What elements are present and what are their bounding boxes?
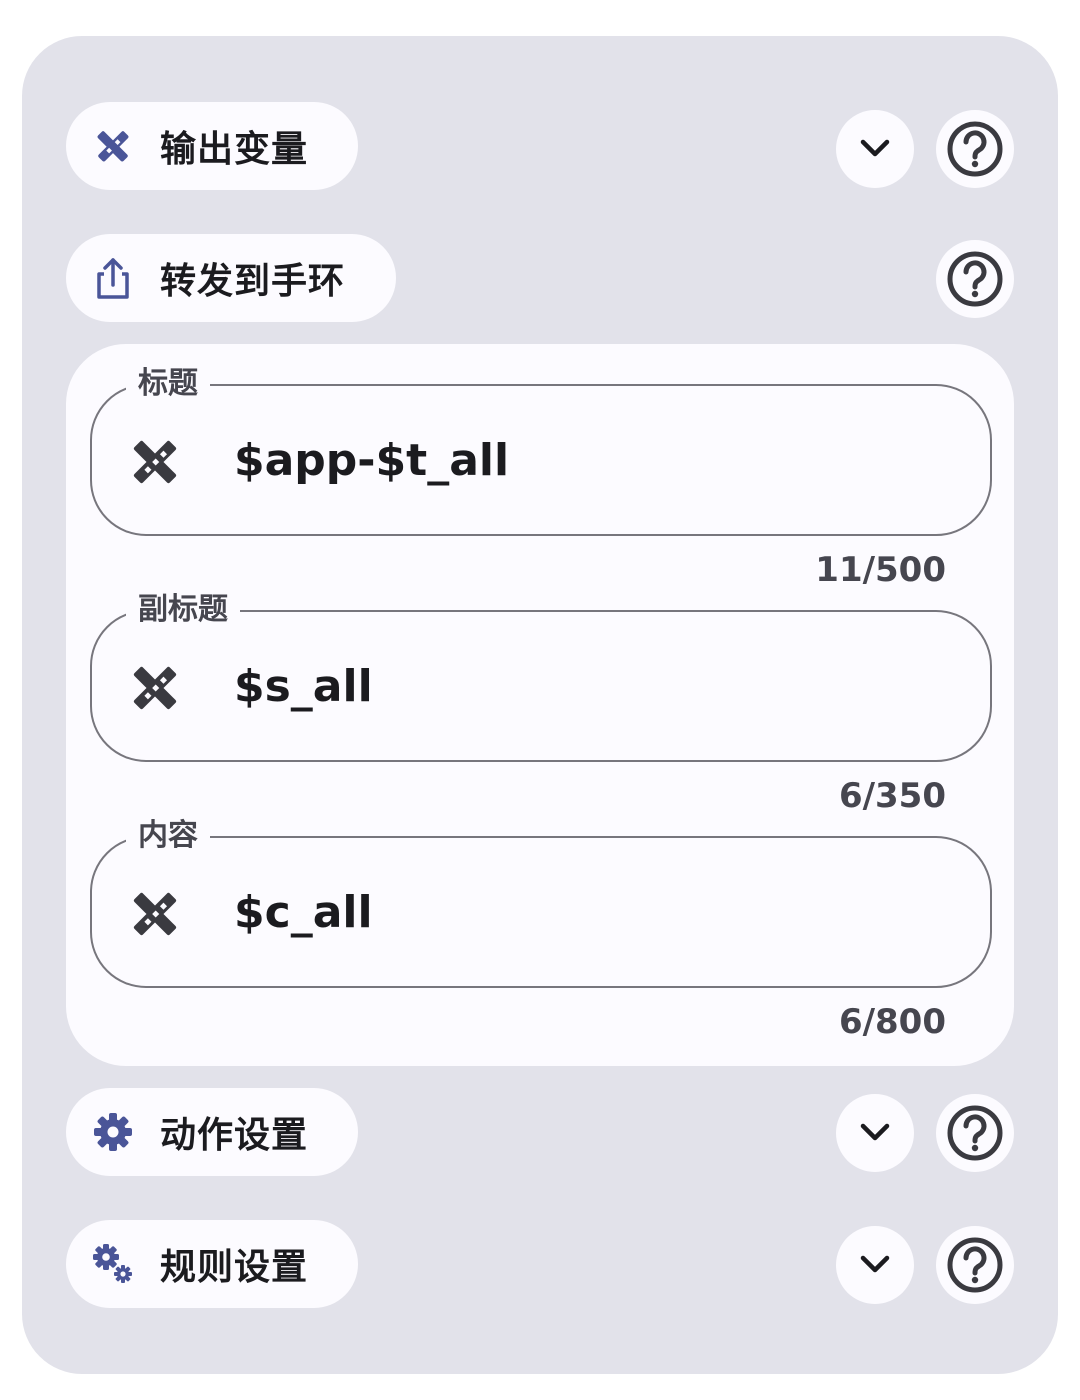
action-settings-expand-button[interactable] <box>836 1094 914 1172</box>
subtitle-field-label: 副标题 <box>126 590 240 630</box>
chevron-down-icon <box>860 1123 890 1141</box>
action-settings-chip[interactable]: 动作设置 <box>66 1088 358 1176</box>
forward-card: 标题 $app-$t_all 11/500 副标题 $s_all 6/350 内… <box>66 344 1014 1066</box>
variables-icon[interactable] <box>128 888 182 940</box>
rule-settings-chip[interactable]: 规则设置 <box>66 1220 358 1308</box>
variables-icon[interactable] <box>128 436 182 488</box>
content-field-value: $c_all <box>234 887 373 938</box>
help-icon <box>947 1105 1003 1161</box>
help-icon <box>947 251 1003 307</box>
forward-to-band-chip[interactable]: 转发到手环 <box>66 234 396 322</box>
chevron-down-icon <box>860 1255 890 1273</box>
help-icon <box>947 1237 1003 1293</box>
gear-icon <box>90 1109 136 1155</box>
subtitle-field-value: $s_all <box>234 661 373 712</box>
output-vars-chip[interactable]: 输出变量 <box>66 102 358 190</box>
rule-settings-label: 规则设置 <box>160 1247 309 1288</box>
title-field[interactable]: 标题 $app-$t_all <box>90 364 992 536</box>
output-vars-expand-button[interactable] <box>836 110 914 188</box>
gears-icon <box>90 1241 136 1287</box>
output-vars-label: 输出变量 <box>160 129 309 170</box>
chevron-down-icon <box>860 139 890 157</box>
title-field-label: 标题 <box>126 364 210 404</box>
output-vars-help-button[interactable] <box>936 110 1014 188</box>
title-field-value: $app-$t_all <box>234 435 510 486</box>
help-icon <box>947 121 1003 177</box>
rule-settings-expand-button[interactable] <box>836 1226 914 1304</box>
subtitle-field[interactable]: 副标题 $s_all <box>90 590 992 762</box>
content-field[interactable]: 内容 $c_all <box>90 816 992 988</box>
subtitle-char-counter: 6/350 <box>838 776 946 816</box>
content-field-label: 内容 <box>126 816 210 856</box>
share-icon <box>90 255 136 301</box>
action-settings-label: 动作设置 <box>160 1115 309 1156</box>
rule-settings-help-button[interactable] <box>936 1226 1014 1304</box>
variables-icon <box>90 123 136 169</box>
action-settings-help-button[interactable] <box>936 1094 1014 1172</box>
variables-icon[interactable] <box>128 662 182 714</box>
forward-to-band-label: 转发到手环 <box>160 261 346 302</box>
content-char-counter: 6/800 <box>838 1002 946 1042</box>
title-char-counter: 11/500 <box>815 550 946 590</box>
forward-help-button[interactable] <box>936 240 1014 318</box>
